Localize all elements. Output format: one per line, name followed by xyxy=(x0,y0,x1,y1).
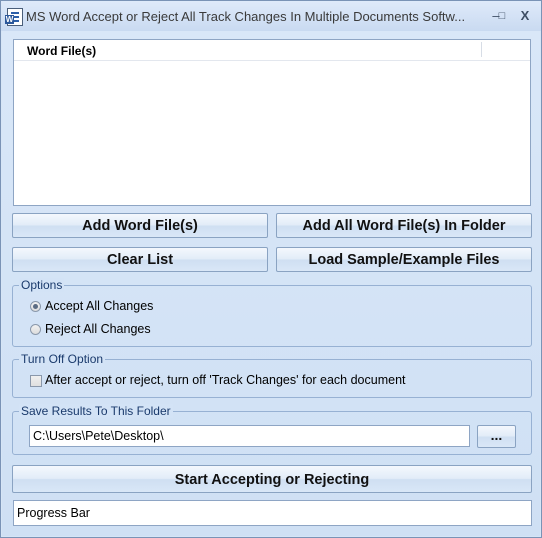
turn-off-option-label: Turn Off Option xyxy=(19,352,106,366)
add-folder-button[interactable]: Add All Word File(s) In Folder xyxy=(276,213,532,238)
save-results-label: Save Results To This Folder xyxy=(19,404,173,418)
accept-all-label[interactable]: Accept All Changes xyxy=(45,299,153,313)
app-window: W MS Word Accept or Reject All Track Cha… xyxy=(0,0,542,538)
maximize-button[interactable]: □ xyxy=(491,8,513,24)
options-group: Options Accept All Changes Reject All Ch… xyxy=(12,278,532,347)
column-header-word-files[interactable]: Word File(s) xyxy=(27,44,96,58)
browse-folder-button[interactable]: ... xyxy=(477,425,516,448)
client-area: Word File(s) Add Word File(s) Add All Wo… xyxy=(2,31,540,536)
options-group-label: Options xyxy=(19,278,65,292)
load-sample-files-button[interactable]: Load Sample/Example Files xyxy=(276,247,532,272)
save-results-group: Save Results To This Folder C:\Users\Pet… xyxy=(12,404,532,455)
word-file-list[interactable]: Word File(s) xyxy=(13,39,531,206)
list-header: Word File(s) xyxy=(14,40,530,61)
output-folder-field[interactable]: C:\Users\Pete\Desktop\ xyxy=(29,425,470,447)
turn-off-option-group: Turn Off Option After accept or reject, … xyxy=(12,352,532,398)
reject-all-radio[interactable] xyxy=(30,324,41,335)
progress-bar-label: Progress Bar xyxy=(17,506,90,520)
window-title: MS Word Accept or Reject All Track Chang… xyxy=(26,9,466,24)
word-document-icon[interactable]: W xyxy=(5,8,23,26)
progress-bar: Progress Bar xyxy=(13,500,532,526)
close-button[interactable]: X xyxy=(514,8,536,24)
accept-all-radio[interactable] xyxy=(30,301,41,312)
clear-list-button[interactable]: Clear List xyxy=(12,247,268,272)
column-separator[interactable] xyxy=(481,42,482,57)
add-word-files-button[interactable]: Add Word File(s) xyxy=(12,213,268,238)
start-button[interactable]: Start Accepting or Rejecting xyxy=(12,465,532,493)
title-bar[interactable]: W MS Word Accept or Reject All Track Cha… xyxy=(1,1,541,31)
reject-all-label[interactable]: Reject All Changes xyxy=(45,322,151,336)
turn-off-track-changes-label[interactable]: After accept or reject, turn off 'Track … xyxy=(45,373,406,387)
turn-off-track-changes-checkbox[interactable] xyxy=(30,375,42,387)
